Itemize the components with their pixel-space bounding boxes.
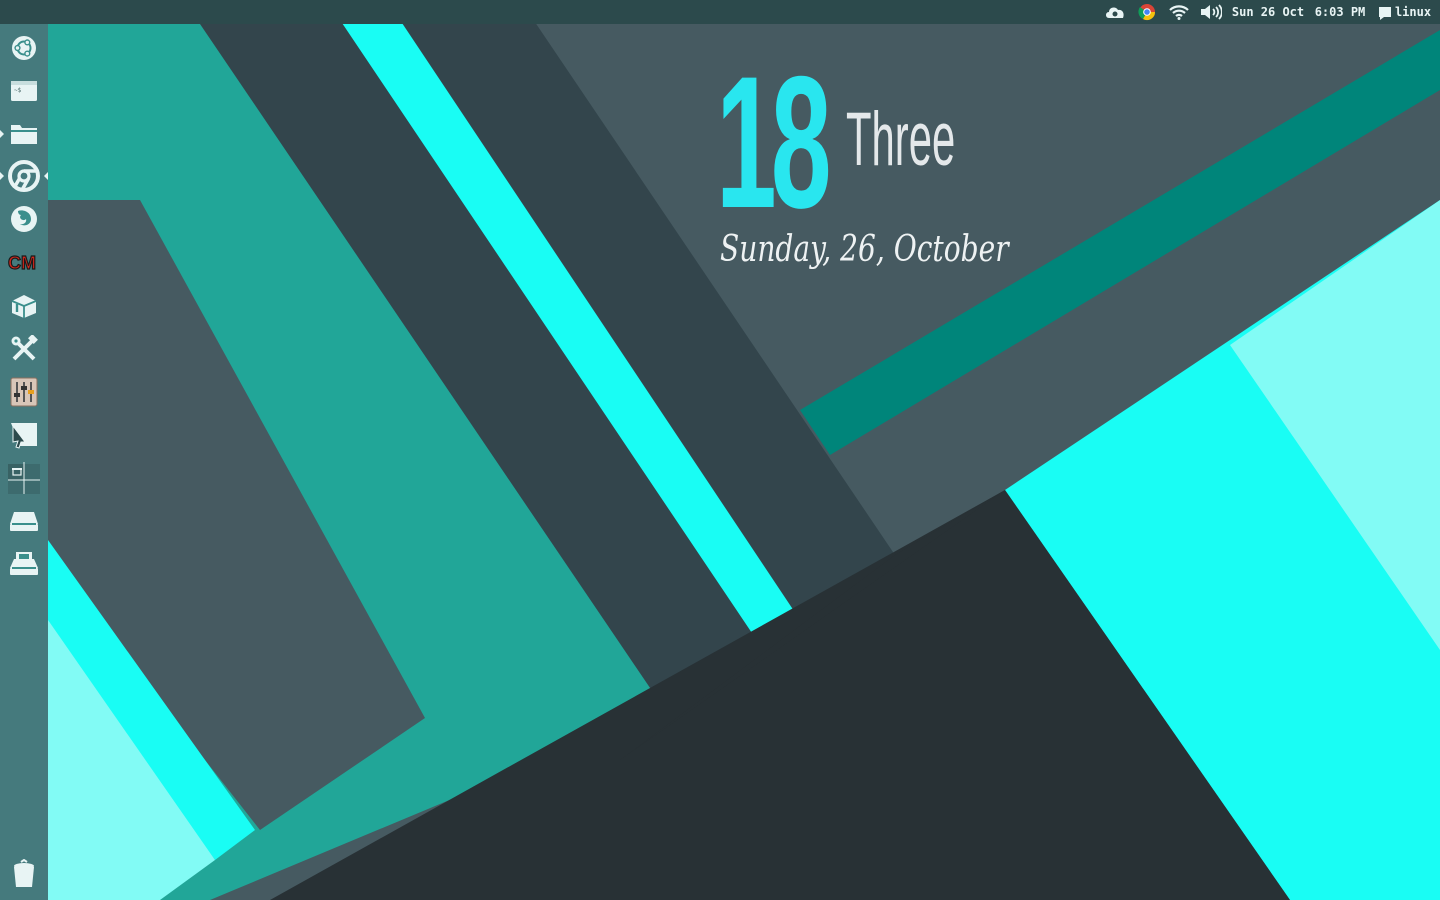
volume-icon[interactable] — [1198, 0, 1224, 24]
launcher-item-mixer[interactable] — [4, 372, 44, 412]
clock-hour-word: Three — [846, 97, 956, 182]
launcher-item-files[interactable] — [4, 114, 44, 154]
panel-date[interactable]: Sun 26 Oct — [1230, 0, 1306, 24]
cloud-sync-icon[interactable] — [1102, 0, 1128, 24]
svg-text:~$: ~$ — [14, 87, 22, 94]
cm-logo-icon: CM — [8, 252, 37, 273]
firefox-icon — [11, 206, 37, 232]
launcher-item-software[interactable] — [4, 286, 44, 326]
workspaces-icon — [8, 462, 40, 494]
session-menu[interactable]: linux — [1374, 0, 1436, 24]
username-label: linux — [1394, 5, 1432, 19]
launcher-item-cm[interactable]: CM — [4, 242, 44, 282]
chrome-icon[interactable] — [1136, 0, 1158, 24]
folder-icon — [11, 125, 37, 144]
launcher-item-drawing[interactable] — [4, 415, 44, 455]
tools-icon — [11, 335, 38, 361]
package-icon — [11, 295, 37, 318]
launcher-item-trash[interactable] — [4, 854, 44, 894]
ubuntu-logo-icon — [12, 36, 36, 60]
launcher-item-tools[interactable] — [4, 329, 44, 369]
drive-icon — [10, 512, 38, 531]
launcher-item-terminal[interactable]: ~$ — [4, 71, 44, 111]
launcher: ~$ CM — [0, 24, 48, 900]
launcher-item-firefox[interactable] — [4, 199, 44, 239]
launcher-item-dash[interactable] — [4, 28, 44, 68]
trash-icon — [14, 859, 34, 887]
terminal-icon: ~$ — [11, 81, 37, 101]
focused-indicator — [44, 172, 48, 180]
launcher-item-drive[interactable] — [4, 501, 44, 541]
clock-day-number: 18 — [716, 37, 831, 247]
mixer-icon — [10, 377, 38, 407]
launcher-item-removable-drive[interactable] — [4, 544, 44, 584]
chrome-icon — [8, 160, 40, 192]
clock-date-line: Sunday, 26, October — [720, 229, 1009, 270]
cursor-shape-icon — [11, 423, 37, 449]
removable-drive-icon — [10, 552, 38, 575]
top-panel: Sun 26 Oct 6:03 PM linux — [0, 0, 1440, 24]
panel-time[interactable]: 6:03 PM — [1312, 0, 1368, 24]
launcher-item-chrome[interactable] — [4, 156, 44, 196]
launcher-item-workspaces[interactable] — [4, 458, 44, 498]
svg-text:CM: CM — [8, 253, 36, 273]
wifi-icon[interactable] — [1166, 0, 1192, 24]
chat-icon — [1378, 7, 1391, 20]
